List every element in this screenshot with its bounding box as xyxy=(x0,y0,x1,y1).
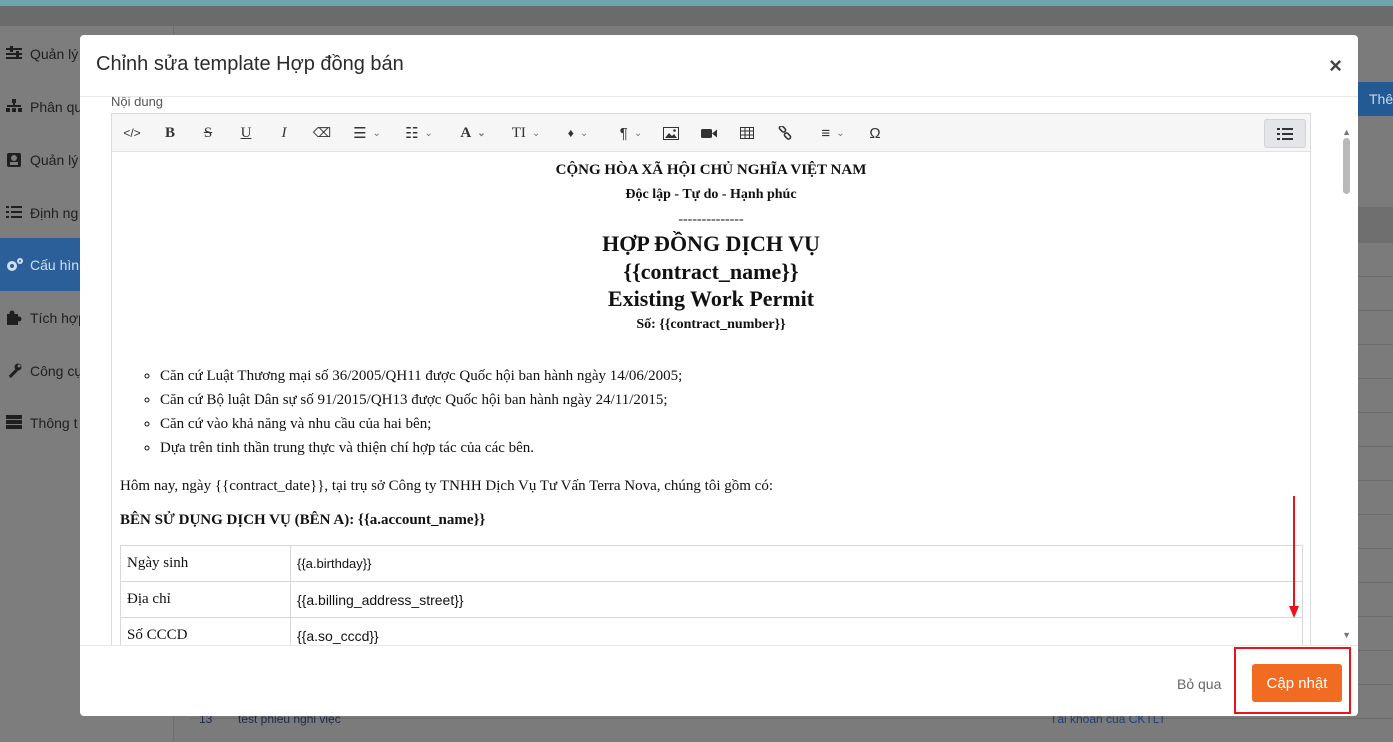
editor-toolbar: </> B S U I ⌫ ☰ ⌄ ☷ ⌄ A ⌄ TI ⌄ ♦ ⌄ ¶ ⌄ ≡ ⌄ Ω xyxy=(112,114,1310,152)
list-item: Căn cứ Luật Thương mại số 36/2005/QH11 đ… xyxy=(160,364,682,388)
modal-header: Chỉnh sửa template Hợp đồng bán × xyxy=(80,35,1358,97)
code-view-icon[interactable]: </> xyxy=(122,122,142,144)
modal-title: Chỉnh sửa template Hợp đồng bán xyxy=(96,53,404,75)
bold-icon[interactable]: B xyxy=(160,122,180,144)
list-item: Căn cứ Bộ luật Dân sự số 91/2015/QH13 đư… xyxy=(160,388,682,412)
table-cell-value: {{a.birthday}} xyxy=(290,545,1303,582)
user-card-icon xyxy=(6,152,24,168)
link-icon-glyph xyxy=(778,126,792,140)
bullet-list-dropdown[interactable]: ☰ ⌄ xyxy=(348,122,386,144)
table-icon[interactable] xyxy=(736,122,758,144)
modal-footer: Bỏ qua Cập nhật xyxy=(80,645,1358,716)
server-icon xyxy=(6,414,24,431)
chevron-down-icon: ⌄ xyxy=(424,127,433,139)
scroll-up-arrow-icon[interactable]: ▲ xyxy=(1342,127,1351,137)
link-icon[interactable] xyxy=(774,122,796,144)
sidebar-item-label: Công cụ xyxy=(30,362,83,379)
close-icon[interactable]: × xyxy=(1329,53,1342,79)
doc-separator: -------------- xyxy=(678,212,744,227)
font-size-icon: TI xyxy=(511,124,526,141)
font-size-dropdown[interactable]: TI ⌄ xyxy=(506,122,546,144)
chevron-down-icon: ⌄ xyxy=(372,127,381,139)
editor-content[interactable]: CỘNG HÒA XÃ HỘI CHỦ NGHĨA VIỆT NAM Độc l… xyxy=(112,152,1310,645)
numbered-list-icon: ☷ xyxy=(405,125,419,142)
table-row: Số CCCD {{a.so_cccd}} xyxy=(120,617,1303,645)
fill-color-icon: ♦ xyxy=(567,126,574,140)
doc-contract-subtitle: Existing Work Permit xyxy=(607,286,815,311)
modal-body: Nội dung </> B S U I ⌫ ☰ ⌄ ☷ ⌄ A ⌄ TI ⌄ ♦ ⌄ ¶… xyxy=(80,97,1358,645)
chevron-down-icon: ⌄ xyxy=(836,127,845,139)
chevron-down-icon: ⌄ xyxy=(633,127,643,139)
table-cell-value: {{a.so_cccd}} xyxy=(290,617,1303,645)
table-cell-key: Địa chỉ xyxy=(120,581,291,618)
text-color-dropdown[interactable]: A ⌄ xyxy=(454,122,492,144)
image-icon-glyph xyxy=(663,126,679,140)
annotation-arrow-head xyxy=(1289,606,1299,618)
bullet-list-icon: ☰ xyxy=(353,125,367,142)
doc-contract-heading: HỢP ĐỒNG DỊCH VỤ xyxy=(602,231,820,256)
align-icon: ≡ xyxy=(821,124,831,142)
paragraph-icon: ¶ xyxy=(619,124,628,142)
image-icon[interactable] xyxy=(660,122,682,144)
sidebar-item-label: Phân qu xyxy=(30,98,83,115)
list-icon xyxy=(1277,127,1293,140)
numbered-list-dropdown[interactable]: ☷ ⌄ xyxy=(400,122,438,144)
edit-template-modal: Chỉnh sửa template Hợp đồng bán × Nội du… xyxy=(80,35,1358,716)
table-cell-value: {{a.billing_address_street}} xyxy=(290,581,1303,618)
doc-basis-list: Căn cứ Luật Thương mại số 36/2005/QH11 đ… xyxy=(160,364,682,460)
video-icon-glyph xyxy=(701,128,717,138)
puzzle-icon xyxy=(6,310,24,326)
sidebar-item-label: Quản lý xyxy=(30,151,79,168)
sidebar-item-label: Thông t xyxy=(30,414,78,431)
chevron-down-icon: ⌄ xyxy=(531,127,541,139)
sidebar-item-label: Định ng xyxy=(30,204,79,221)
underline-icon[interactable]: U xyxy=(236,122,256,144)
chevron-down-icon: ⌄ xyxy=(579,127,589,139)
content-field-label: Nội dung xyxy=(111,97,164,109)
sliders-icon xyxy=(6,45,24,62)
list-icon xyxy=(6,205,24,221)
annotation-highlight-box xyxy=(1234,647,1351,714)
text-color-icon: A xyxy=(460,124,472,141)
doc-intro-paragraph: Hôm nay, ngày {{contract_date}}, tại trụ… xyxy=(120,478,773,494)
special-char-icon[interactable]: Ω xyxy=(864,122,886,144)
sidebar-item-label: Cấu hìn xyxy=(30,256,80,273)
table-row: Địa chỉ {{a.billing_address_street}} xyxy=(120,581,1303,618)
paragraph-dropdown[interactable]: ¶ ⌄ xyxy=(612,122,650,144)
table-cell-key: Ngày sinh xyxy=(120,545,291,582)
doc-contract-number: Số: {{contract_number}} xyxy=(636,317,786,332)
party-a-info-table: Ngày sinh {{a.birthday}} Địa chỉ {{a.bil… xyxy=(120,545,1303,645)
italic-icon[interactable]: I xyxy=(274,122,294,144)
sitemap-icon xyxy=(6,98,24,115)
doc-party-a-heading: BÊN SỬ DỤNG DỊCH VỤ (BÊN A): {{a.account… xyxy=(120,512,486,528)
list-item: Căn cứ vào khả năng và nhu cầu của hai b… xyxy=(160,412,682,436)
doc-contract-name: {{contract_name}} xyxy=(623,259,799,284)
clear-format-icon[interactable]: ⌫ xyxy=(312,122,332,144)
cogs-icon xyxy=(6,257,24,273)
fill-color-dropdown[interactable]: ♦ ⌄ xyxy=(560,122,596,144)
sidebar-item-label: Tích hợp xyxy=(30,309,86,326)
align-dropdown[interactable]: ≡ ⌄ xyxy=(812,122,854,144)
strikethrough-icon[interactable]: S xyxy=(198,122,218,144)
scroll-down-arrow-icon[interactable]: ▼ xyxy=(1342,630,1351,640)
skip-button[interactable]: Bỏ qua xyxy=(1177,676,1221,692)
video-icon[interactable] xyxy=(698,122,720,144)
sidebar-item-label: Quản lý xyxy=(30,45,79,62)
toggle-toolbar-button[interactable] xyxy=(1264,119,1306,148)
doc-motto: Độc lập - Tự do - Hạnh phúc xyxy=(625,187,797,202)
annotation-arrow-line xyxy=(1293,496,1295,608)
chevron-down-icon: ⌄ xyxy=(477,127,486,139)
modal-scrollbar-thumb[interactable] xyxy=(1343,138,1350,194)
list-item: Dựa trên tinh thần trung thực và thiện c… xyxy=(160,436,682,460)
rich-text-editor[interactable]: </> B S U I ⌫ ☰ ⌄ ☷ ⌄ A ⌄ TI ⌄ ♦ ⌄ ¶ ⌄ ≡ ⌄ Ω xyxy=(111,113,1311,645)
doc-nation-title: CỘNG HÒA XÃ HỘI CHỦ NGHĨA VIỆT NAM xyxy=(555,162,867,178)
table-icon-glyph xyxy=(740,127,754,139)
table-row: Ngày sinh {{a.birthday}} xyxy=(120,545,1303,582)
table-cell-key: Số CCCD xyxy=(120,617,291,645)
wrench-icon xyxy=(6,363,24,379)
app-header xyxy=(0,6,1393,26)
